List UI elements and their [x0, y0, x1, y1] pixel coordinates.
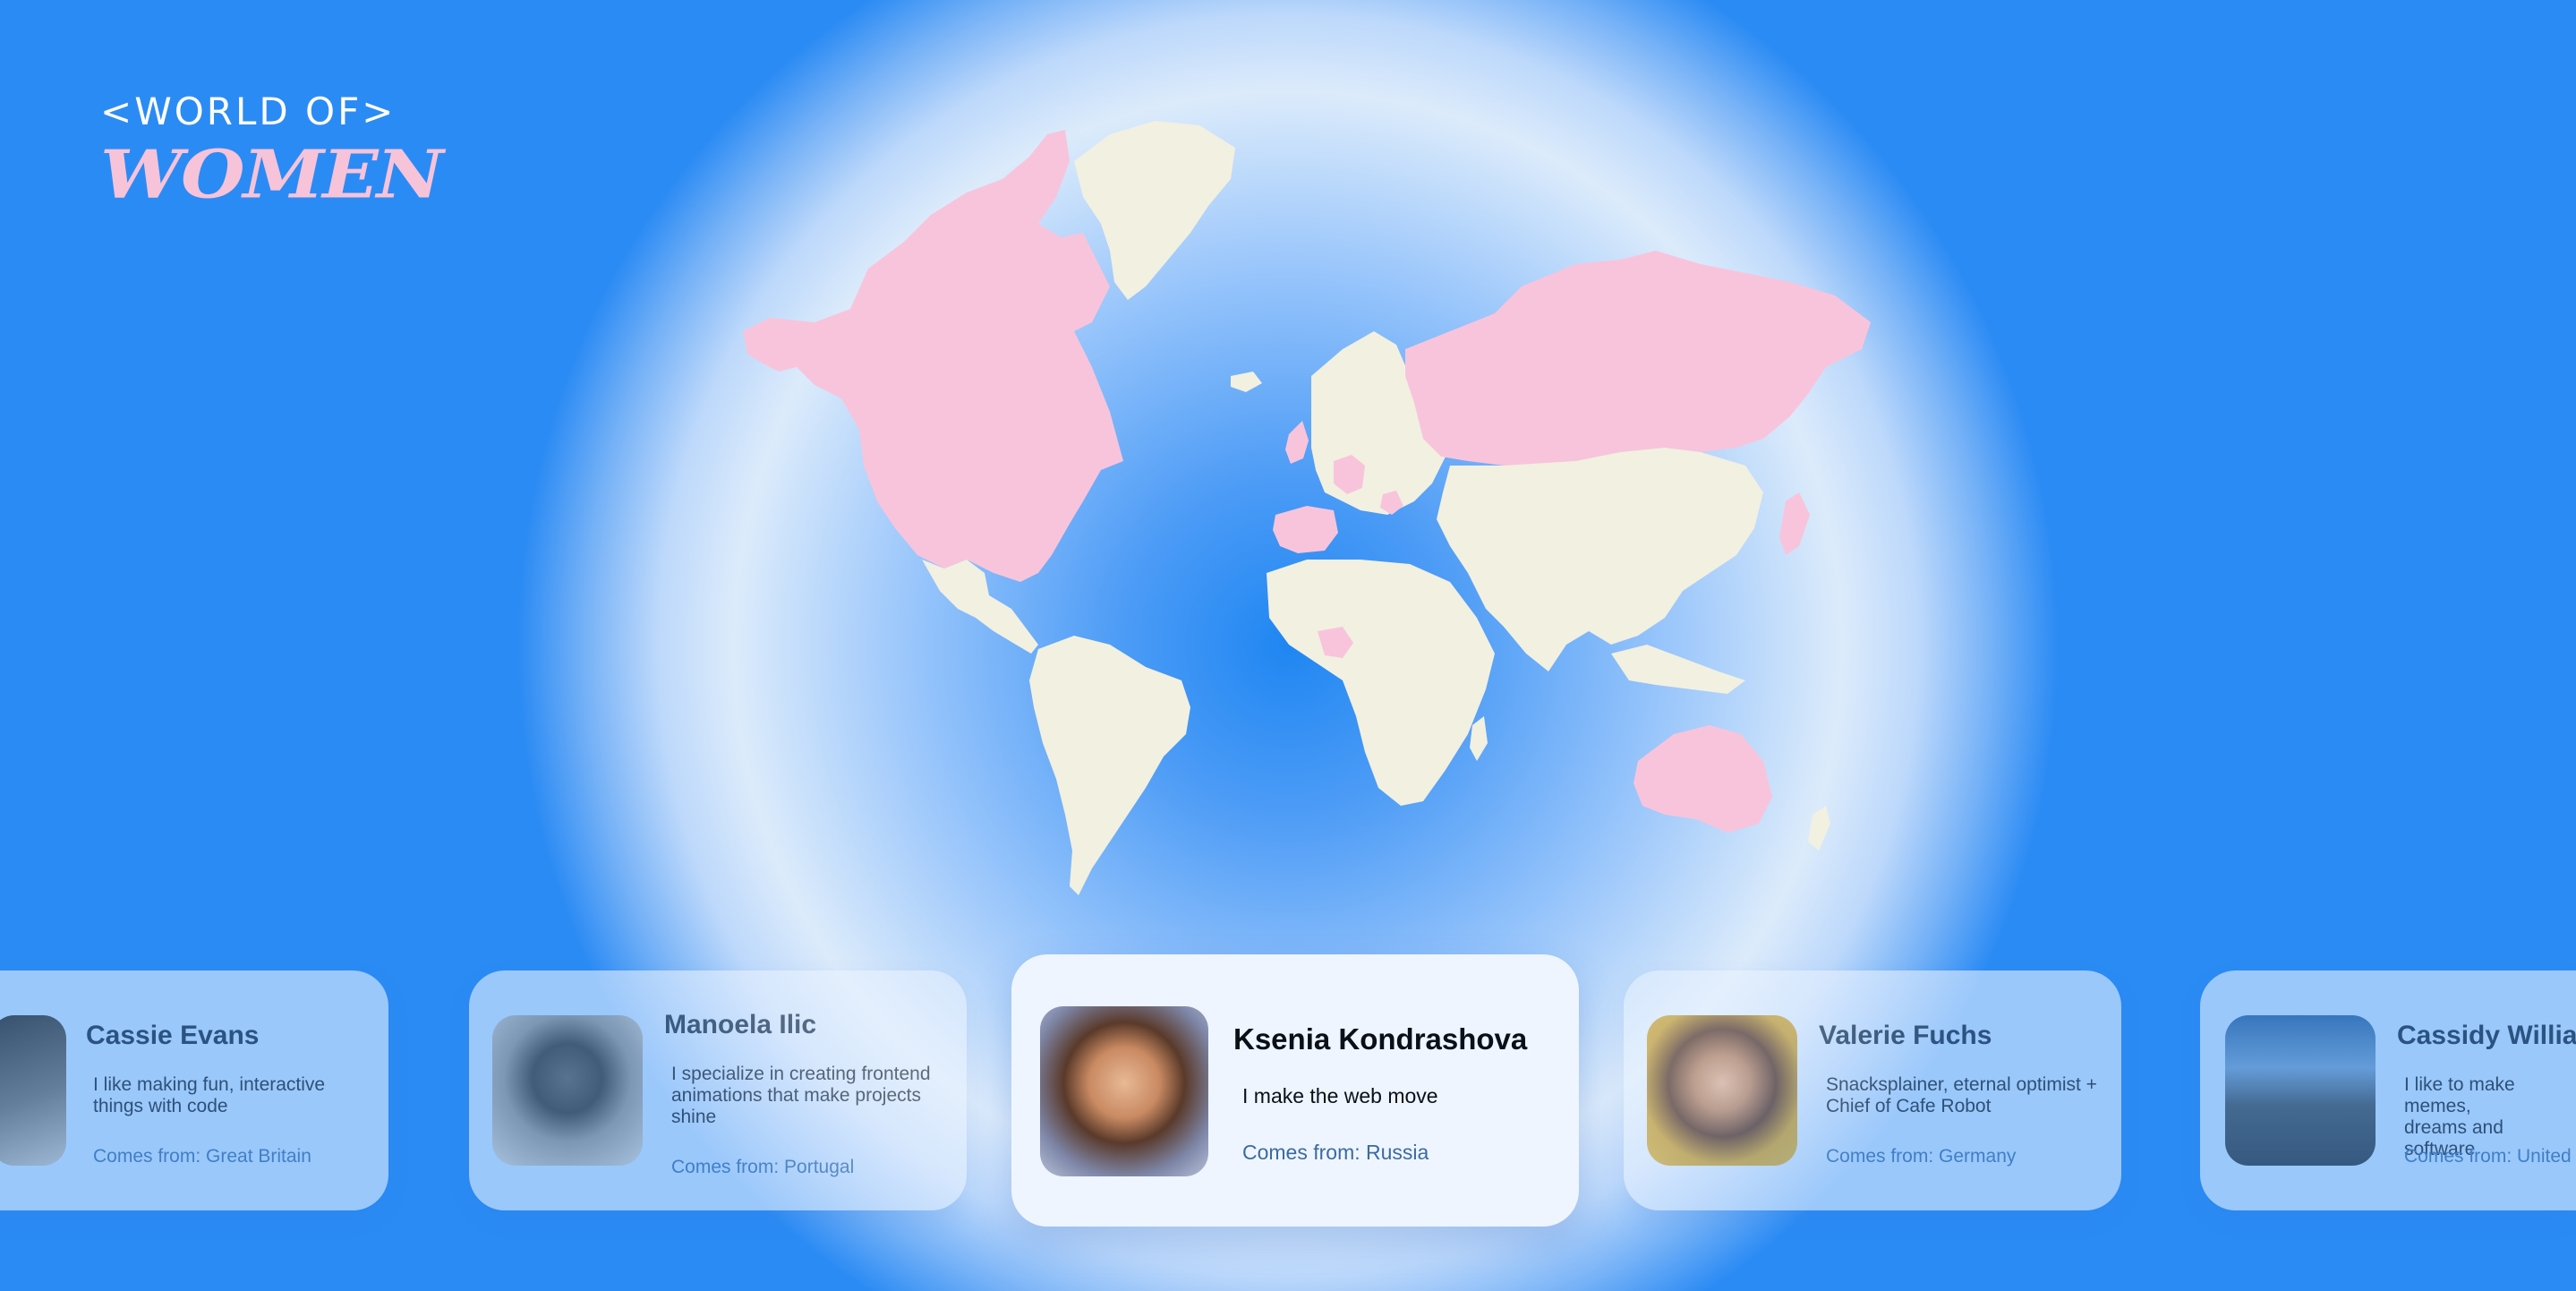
women-carousel: Cassie Evans I like making fun, interact… — [0, 0, 2576, 1291]
profile-card-ksenia-kondrashova[interactable]: Ksenia Kondrashova I make the web move C… — [1011, 954, 1579, 1227]
profile-name: Cassidy Williams — [2397, 1021, 2576, 1050]
profile-name: Valerie Fuchs — [1819, 1021, 1992, 1050]
profile-card-cassidy-williams[interactable]: Cassidy Williams I like to make memes, d… — [2200, 970, 2576, 1210]
profile-origin: Comes from: United States — [2404, 1146, 2576, 1167]
profile-card-valerie-fuchs[interactable]: Valerie Fuchs Snacksplainer, eternal opt… — [1624, 970, 2121, 1210]
avatar — [2225, 1015, 2376, 1166]
profile-origin: Comes from: Russia — [1242, 1141, 1429, 1164]
profile-bio: Snacksplainer, eternal optimist + Chief … — [1826, 1074, 2097, 1116]
avatar — [1040, 1006, 1208, 1176]
profile-card-cassie-evans[interactable]: Cassie Evans I like making fun, interact… — [0, 970, 388, 1210]
profile-name: Manoela Ilic — [664, 1010, 817, 1039]
profile-origin: Comes from: Germany — [1826, 1146, 2017, 1167]
profile-bio: I make the web move — [1242, 1084, 1438, 1107]
page: <WORLD OF> WOMEN Cassie Evans I like mak… — [0, 0, 2576, 1291]
profile-origin: Comes from: Great Britain — [93, 1146, 311, 1167]
avatar — [0, 1015, 66, 1166]
profile-card-manoela-ilic[interactable]: Manoela Ilic I specialize in creating fr… — [469, 970, 967, 1210]
profile-origin: Comes from: Portugal — [671, 1157, 855, 1177]
profile-name: Cassie Evans — [86, 1021, 260, 1050]
profile-name: Ksenia Kondrashova — [1233, 1022, 1528, 1056]
avatar — [1647, 1015, 1797, 1166]
profile-bio: I like making fun, interactive things wi… — [93, 1074, 326, 1116]
avatar — [492, 1015, 643, 1166]
profile-bio: I specialize in creating frontend animat… — [671, 1064, 931, 1127]
